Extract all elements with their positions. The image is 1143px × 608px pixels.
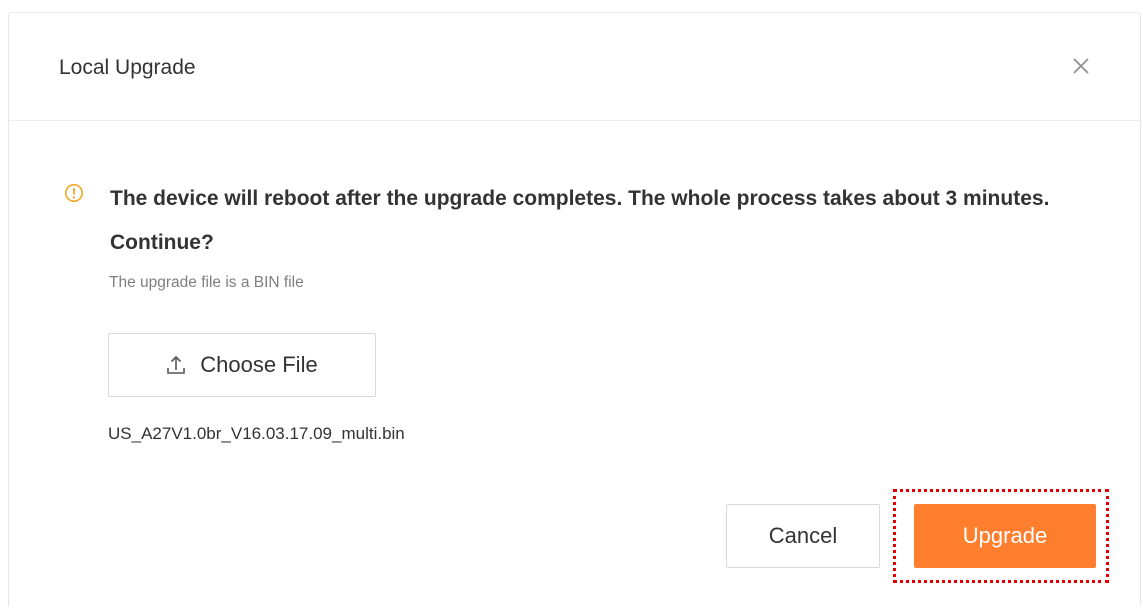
exclamation-circle-icon: [64, 183, 84, 203]
dialog-title: Local Upgrade: [59, 56, 196, 79]
cancel-button[interactable]: Cancel: [726, 504, 880, 568]
warning-text: The device will reboot after the upgrade…: [110, 187, 1050, 254]
choose-file-button[interactable]: Choose File: [108, 333, 376, 397]
upgrade-button[interactable]: Upgrade: [914, 504, 1096, 568]
file-type-hint: The upgrade file is a BIN file: [109, 274, 304, 291]
upload-icon: [166, 354, 186, 376]
selected-file-name: US_A27V1.0br_V16.03.17.09_multi.bin: [108, 424, 405, 443]
dialog-header: Local Upgrade: [9, 13, 1140, 121]
local-upgrade-dialog: Local Upgrade The device will reboot aft…: [8, 12, 1141, 606]
choose-file-label: Choose File: [200, 352, 318, 377]
close-icon[interactable]: [1066, 51, 1096, 81]
